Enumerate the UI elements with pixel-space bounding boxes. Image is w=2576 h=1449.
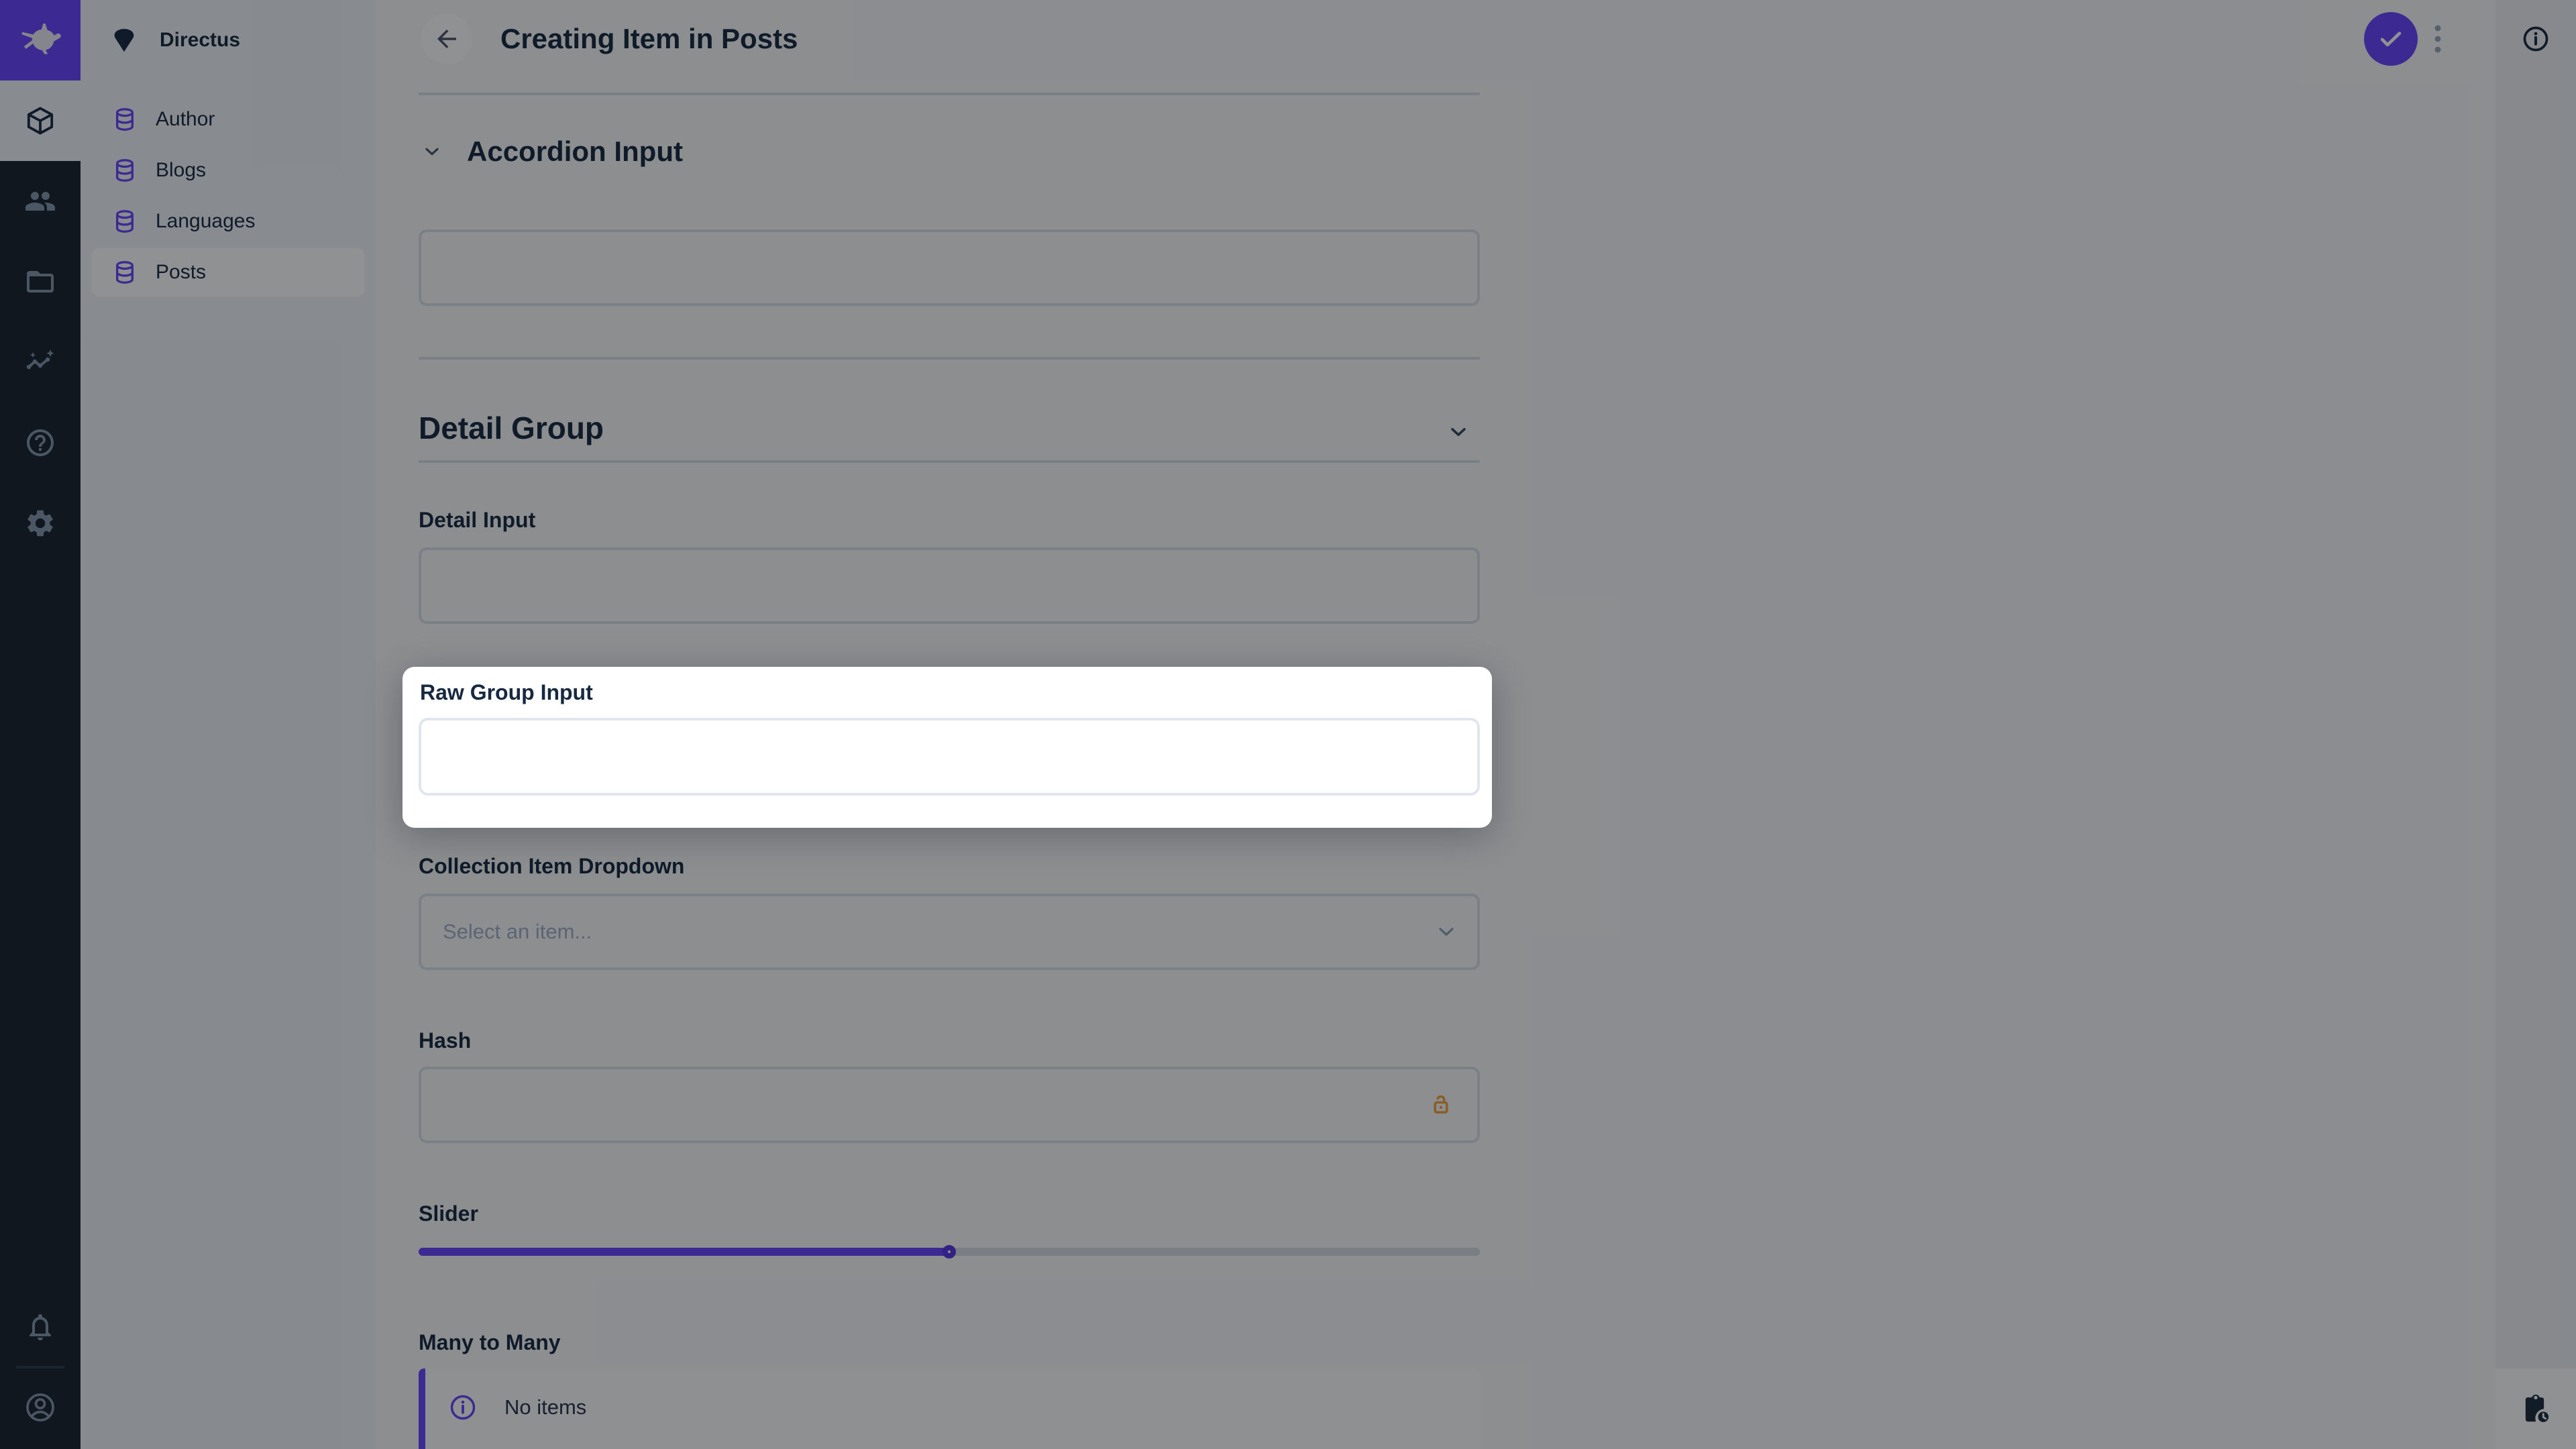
raw-group-input-field[interactable]: [419, 718, 1480, 796]
app-root: Directus Author Blogs Languages Posts: [0, 0, 2576, 1449]
spotlight-card: Raw Group Input: [402, 667, 1492, 828]
raw-group-input-label: Raw Group Input: [420, 678, 593, 707]
